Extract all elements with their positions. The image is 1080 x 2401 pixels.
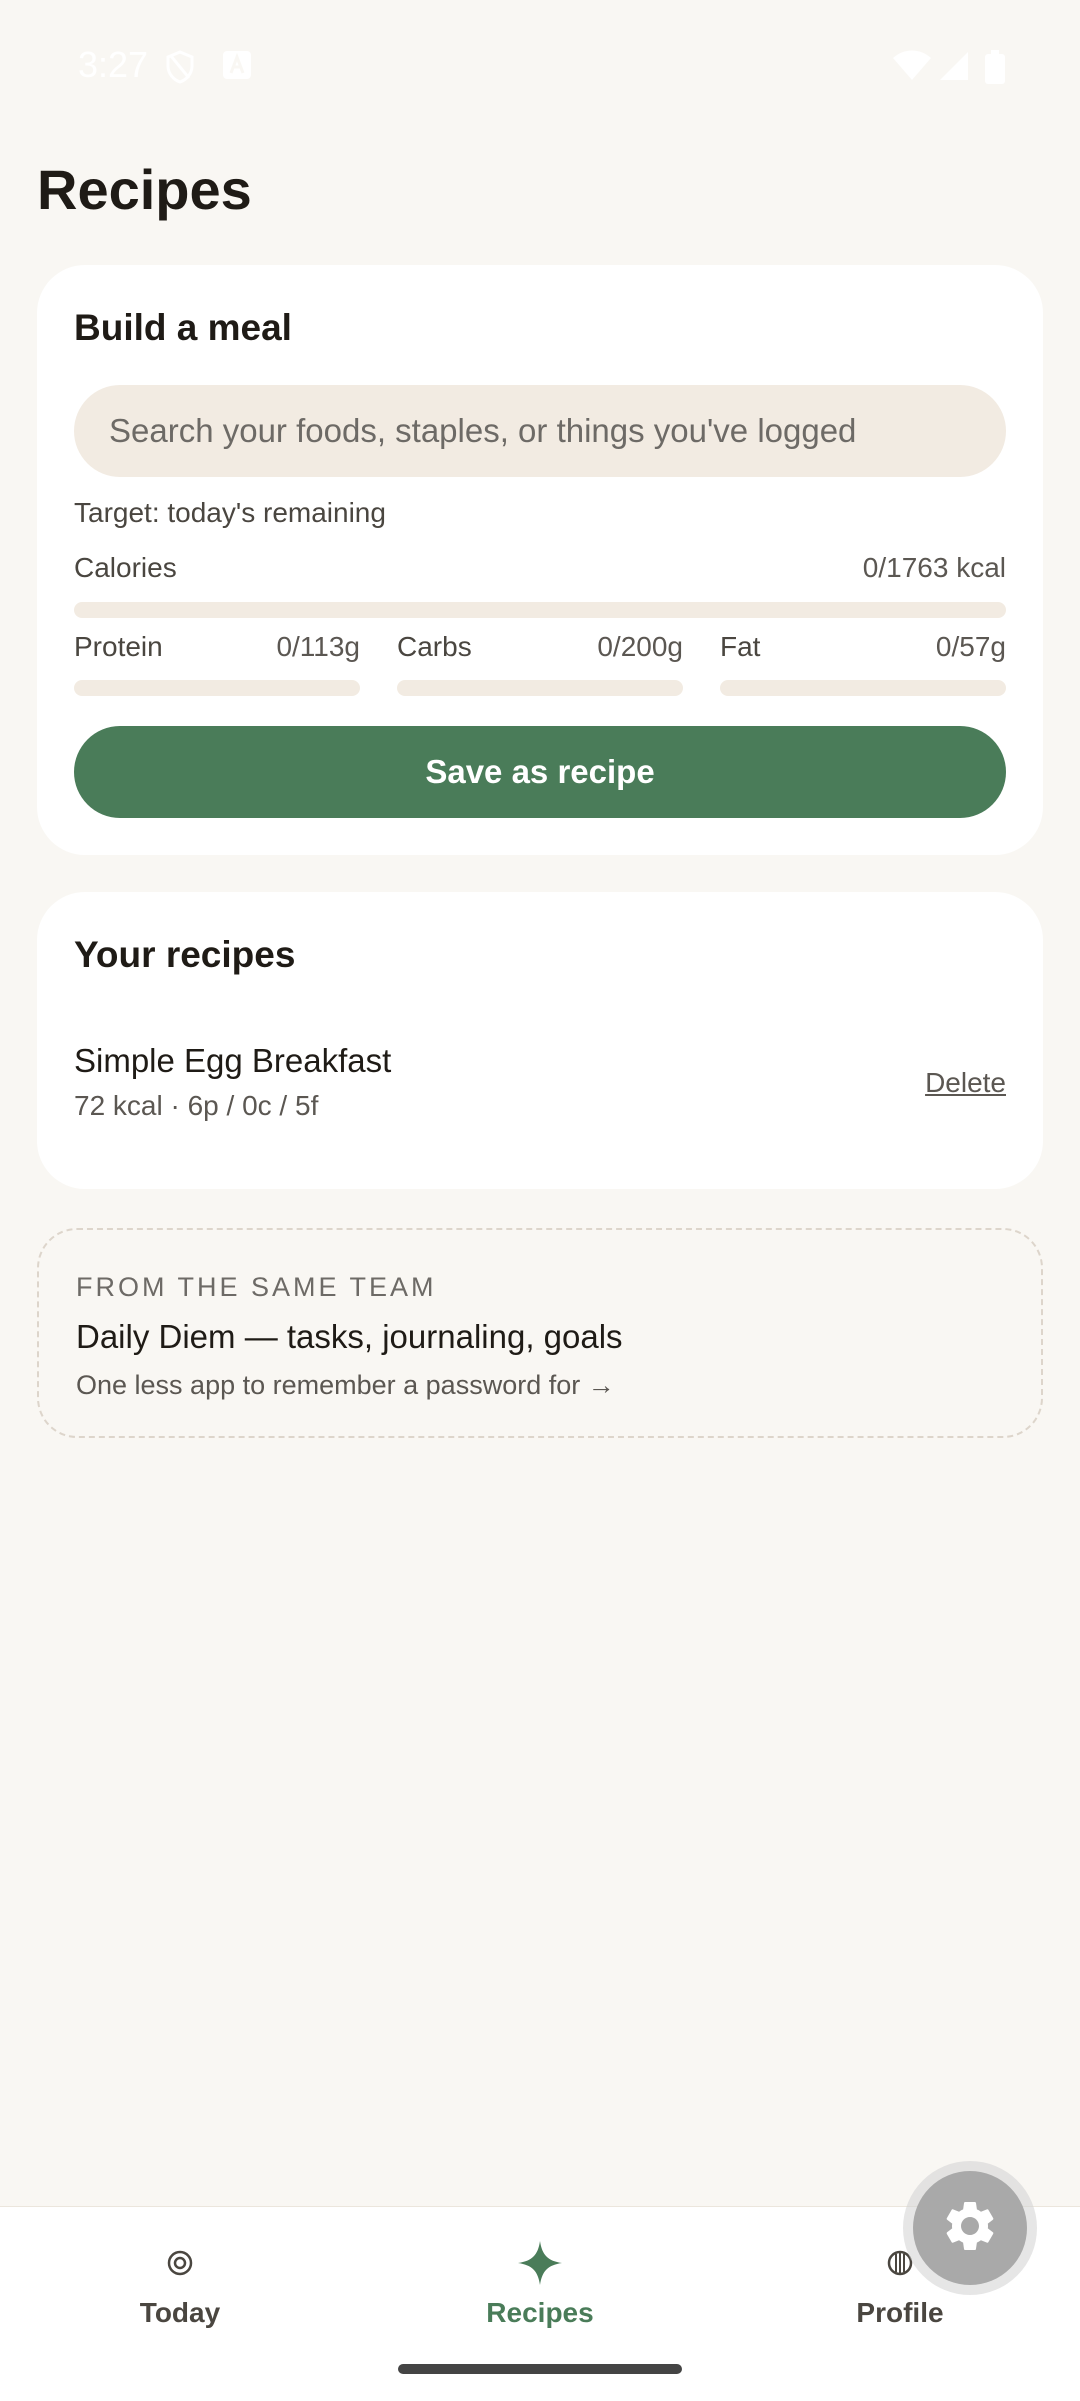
save-as-recipe-button[interactable]: Save as recipe [74, 726, 1006, 818]
nav-item-today[interactable]: Today [80, 2237, 280, 2329]
nav-label-today: Today [139, 2297, 221, 2328]
nav-item-recipes[interactable]: Recipes [440, 2237, 640, 2329]
nav-label-recipes: Recipes [486, 2297, 594, 2328]
status-time: 3:27 [78, 44, 149, 85]
wifi-icon [892, 50, 932, 87]
protein-value: 0/113g [276, 631, 360, 662]
shield-icon [165, 50, 195, 89]
status-bar: 3:27 [0, 0, 1080, 134]
a-icon [222, 50, 252, 85]
promo-eyebrow: FROM THE SAME TEAM [76, 1272, 437, 1302]
food-search-input[interactable] [74, 385, 1006, 477]
target-icon [80, 2237, 280, 2287]
recipe-nutrition: 72 kcal · 6p / 0c / 5f [74, 1090, 319, 1121]
signal-icon [938, 50, 970, 87]
build-meal-title: Build a meal [74, 307, 292, 348]
promo-subtitle: One less app to remember a password for … [76, 1370, 615, 1400]
gear-icon [940, 2196, 1000, 2261]
delete-recipe-link[interactable]: Delete [925, 1067, 1006, 1099]
build-meal-card: Build a meal Target: today's remaining C… [37, 265, 1043, 855]
recipe-name: Simple Egg Breakfast [74, 1042, 392, 1079]
calories-value: 0/1763 kcal [862, 552, 1006, 583]
your-recipes-card: Your recipes Simple Egg Breakfast 72 kca… [37, 892, 1043, 1189]
gesture-bar[interactable] [398, 2364, 682, 2374]
sparkle-icon [440, 2237, 640, 2287]
fat-value: 0/57g [935, 631, 1006, 662]
battery-icon [984, 50, 1006, 89]
cross-promo-card[interactable]: FROM THE SAME TEAM Daily Diem — tasks, j… [37, 1228, 1043, 1438]
target-label: Target: today's remaining [74, 497, 386, 528]
nav-label-profile: Profile [856, 2297, 944, 2328]
carbs-value: 0/200g [597, 631, 683, 662]
calories-progress-bar [74, 602, 1006, 618]
your-recipes-title: Your recipes [74, 934, 296, 975]
protein-progress-bar [74, 680, 360, 696]
calories-label: Calories [74, 552, 177, 583]
carbs-progress-bar [397, 680, 683, 696]
fat-progress-bar [720, 680, 1006, 696]
page-title: Recipes [37, 158, 252, 221]
settings-fab[interactable] [913, 2171, 1027, 2285]
promo-title: Daily Diem — tasks, journaling, goals [76, 1318, 623, 1355]
